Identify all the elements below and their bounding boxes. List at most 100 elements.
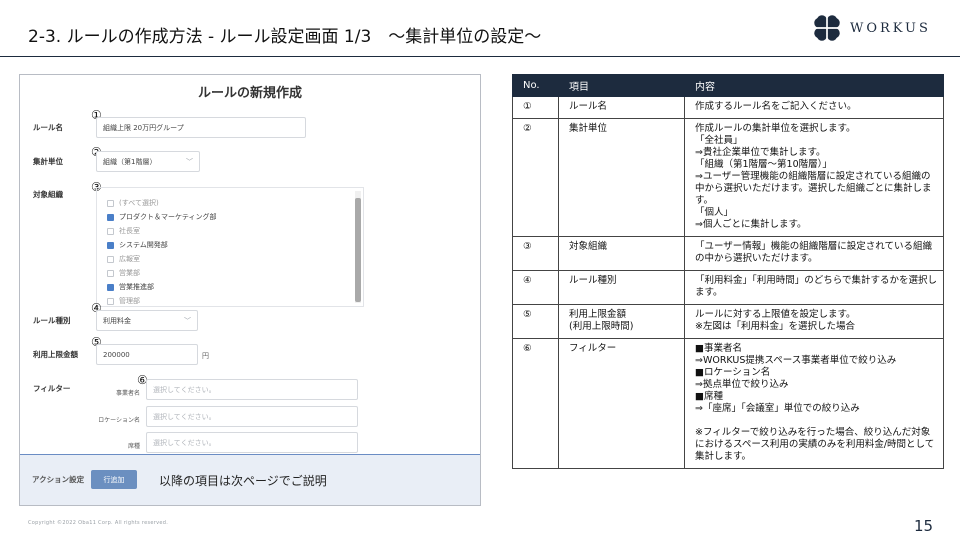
row-content-line: 「組織（第1階層～第10階層）」 xyxy=(695,159,832,170)
row-item-line: 利用上限金額 xyxy=(569,309,627,320)
row-content-line: ■事業者名 xyxy=(695,343,742,354)
row-content-line: 「個人」 xyxy=(695,207,734,218)
checkbox-checked[interactable] xyxy=(107,241,114,249)
filter-provider-select[interactable]: 選択してください。 xyxy=(146,379,358,400)
row-content-line: ■席種 xyxy=(695,391,723,402)
checkbox[interactable] xyxy=(107,199,114,207)
workus-logo: WORKUS xyxy=(810,11,931,45)
checkbox-checked[interactable] xyxy=(107,213,114,221)
row-content-line: 「利用料金」「利用時間」のどちらで集計するかを選択します。 xyxy=(695,275,937,298)
row-item: ルール名 xyxy=(558,96,685,119)
scrollbar-thumb[interactable] xyxy=(355,198,361,302)
rule-name-label: ルール名 xyxy=(33,123,63,132)
row-content-line: ■ロケーション名 xyxy=(695,367,771,378)
row-content: 「ユーザー情報」機能の組織階層に設定されている組織の中から選択いただけます。 xyxy=(684,236,944,271)
action-settings-bar: アクション設定 行追加 以降の項目は次ページでご説明 xyxy=(20,454,480,505)
rule-type-value: 利用料金 xyxy=(103,316,131,325)
row-number: ④ xyxy=(512,270,559,305)
checkbox[interactable] xyxy=(107,227,114,235)
form-title: ルールの新規作成 xyxy=(197,86,302,101)
filter-seat-type-select[interactable]: 選択してください。 xyxy=(146,432,358,453)
aggregation-unit-label: 集計単位 xyxy=(33,157,63,166)
filter-label: フィルター xyxy=(33,384,71,393)
table-row: ⑤ 利用上限金額 (利用上限時間) ルールに対する上限値を設定します。 ※左図は「利用料… xyxy=(512,304,944,339)
list-item[interactable]: システム開発部 xyxy=(107,240,168,250)
row-content-line: 作成ルールの集計単位を選択します。 xyxy=(695,123,856,134)
header-no: No. xyxy=(512,74,559,97)
aggregation-unit-value: 組織（第1階層） xyxy=(103,157,157,166)
page-number: 15 xyxy=(914,517,934,535)
row-item: ルール種別 xyxy=(558,270,685,305)
row-content-line: ⇒ユーザー管理機能の組織階層に設定されている組織の中から選択いただけます。選択し… xyxy=(695,171,932,206)
row-number: ⑥ xyxy=(512,338,559,469)
copyright: Copyright ©2022 Oba11 Corp. All rights r… xyxy=(28,520,169,526)
row-content-line: ※フィルターで絞り込みを行った場合、絞り込んだ対象におけるスペース利用の実績のみ… xyxy=(695,427,935,462)
action-settings-label: アクション設定 xyxy=(32,475,85,484)
table-row: ② 集計単位 作成ルールの集計単位を選択します。 「全社員」 ⇒貴社企業単位で集計します… xyxy=(512,118,944,237)
list-item[interactable]: 広報室 xyxy=(107,254,140,264)
row-content: ■事業者名 ⇒WORKUS提携スペース事業者単位で絞り込み ■ロケーション名 ⇒拠点単… xyxy=(684,338,944,469)
list-item[interactable]: 管理部 xyxy=(107,296,140,306)
row-number: ③ xyxy=(512,236,559,271)
row-content: 作成ルールの集計単位を選択します。 「全社員」 ⇒貴社企業単位で集計します。 「組織（… xyxy=(684,118,944,237)
row-content-line: 「ユーザー情報」機能の組織階層に設定されている組織の中から選択いただけます。 xyxy=(695,241,933,264)
rule-type-select[interactable]: 利用料金 ﹀ xyxy=(96,310,198,331)
filter-location-select[interactable]: 選択してください。 xyxy=(146,406,358,427)
add-row-button[interactable]: 行追加 xyxy=(91,470,137,489)
clover-logo-icon xyxy=(814,15,840,41)
rule-name-input[interactable]: 組織上限 20万円グループ xyxy=(96,117,306,138)
row-number: ⑤ xyxy=(512,304,559,339)
aggregation-unit-select[interactable]: 組織（第1階層） ﹀ xyxy=(96,151,200,172)
row-number: ② xyxy=(512,118,559,237)
filter-provider-label: 事業者名 xyxy=(115,390,140,397)
row-item: フィルター xyxy=(558,338,685,469)
row-number: ① xyxy=(512,96,559,119)
checkbox[interactable] xyxy=(107,269,114,277)
row-content-line: ⇒WORKUS提携スペース事業者単位で絞り込み xyxy=(695,355,897,366)
next-page-note: 以降の項目は次ページでご説明 xyxy=(159,474,327,488)
row-item-line: (利用上限時間) xyxy=(569,321,634,332)
row-content-line: 「全社員」 xyxy=(695,135,743,146)
row-content-line: ⇒貴社企業単位で集計します。 xyxy=(695,147,826,158)
list-item[interactable]: (すべて選択) xyxy=(107,198,159,208)
row-content-line: 作成するルール名をご記入ください。 xyxy=(695,101,857,112)
chevron-down-icon: ﹀ xyxy=(184,317,191,325)
row-item-line: ルール種別 xyxy=(569,275,617,286)
row-item: 利用上限金額 (利用上限時間) xyxy=(558,304,685,339)
filter-location-label: ロケーション名 xyxy=(98,417,140,424)
row-content-line: ⇒「座席」「会議室」単位での絞り込み xyxy=(695,403,860,414)
checkbox-checked[interactable] xyxy=(107,283,114,291)
table-row: ⑥ フィルター ■事業者名 ⇒WORKUS提携スペース事業者単位で絞り込み ■ロケーショ… xyxy=(512,338,944,469)
target-org-list[interactable]: (すべて選択) プロダクト＆マーケティング部 社長室 システム開発部 広報室 営… xyxy=(96,187,364,307)
chevron-down-icon: ﹀ xyxy=(186,158,193,166)
target-org-label: 対象組織 xyxy=(33,190,63,199)
row-content: 作成するルール名をご記入ください。 xyxy=(684,96,944,119)
slide-title: 2-3. ルールの作成方法 - ルール設定画面 1/3 ～集計単位の設定～ xyxy=(28,27,542,47)
list-item[interactable]: プロダクト＆マーケティング部 xyxy=(107,212,216,222)
list-item[interactable]: 社長室 xyxy=(107,226,140,236)
row-content-line xyxy=(695,415,939,427)
limit-amount-label: 利用上限金額 xyxy=(33,350,78,359)
row-item-line: フィルター xyxy=(569,343,617,354)
table-row: ③ 対象組織 「ユーザー情報」機能の組織階層に設定されている組織の中から選択いただけ… xyxy=(512,236,944,271)
list-item[interactable]: 営業推進部 xyxy=(107,282,154,292)
currency-unit: 円 xyxy=(202,352,209,360)
row-item-line: ルール名 xyxy=(569,101,608,112)
checkbox[interactable] xyxy=(107,255,114,263)
row-content: 「利用料金」「利用時間」のどちらで集計するかを選択します。 xyxy=(684,270,944,305)
row-content-line: ルールに対する上限値を設定します。 xyxy=(695,309,856,320)
row-item-line: 集計単位 xyxy=(569,123,608,134)
checkbox[interactable] xyxy=(107,297,114,305)
explanation-table: No. 項目 内容 ① ルール名 作成するルール名をご記入ください。 ② 集計単位 作成ル… xyxy=(512,74,944,469)
row-content-line: ⇒個人ごとに集計します。 xyxy=(695,219,807,230)
table-row: ④ ルール種別 「利用料金」「利用時間」のどちらで集計するかを選択します。 xyxy=(512,270,944,305)
row-content-line: ※左図は「利用料金」を選択した場合 xyxy=(695,321,855,332)
filter-seat-type-label: 席種 xyxy=(127,443,140,450)
limit-amount-input[interactable]: 200000 xyxy=(96,344,198,365)
row-content-line: ⇒拠点単位で絞り込み xyxy=(695,379,789,390)
table-row: ① ルール名 作成するルール名をご記入ください。 xyxy=(512,96,944,119)
header-content: 内容 xyxy=(684,74,944,97)
row-content: ルールに対する上限値を設定します。 ※左図は「利用料金」を選択した場合 xyxy=(684,304,944,339)
list-item[interactable]: 営業部 xyxy=(107,268,140,278)
rule-form-panel: ルールの新規作成 ① ルール名 組織上限 20万円グループ ② 集計単位 組織（… xyxy=(19,74,481,506)
